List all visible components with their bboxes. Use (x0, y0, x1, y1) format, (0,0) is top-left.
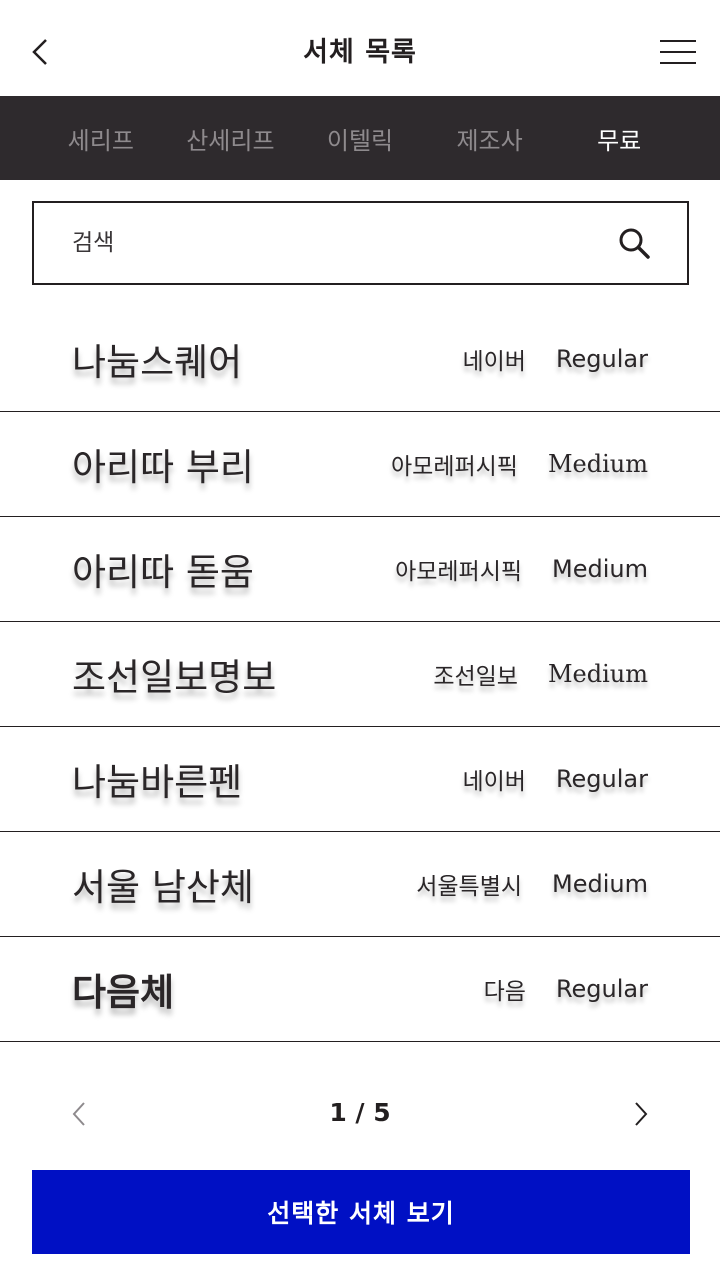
view-selected-fonts-button[interactable]: 선택한 서체 보기 (32, 1170, 690, 1254)
font-vendor: 아모레퍼시픽 (391, 454, 518, 480)
font-name: 서울 남산체 (72, 866, 254, 909)
font-vendor: 서울특별시 (416, 874, 523, 900)
pagination: 1 / 5 (0, 1086, 720, 1142)
tab-italic[interactable]: 이텔릭 (295, 96, 425, 180)
font-name: 다음체 (72, 971, 175, 1014)
tab-manufacturer[interactable]: 제조사 (425, 96, 555, 180)
tab-sans-serif[interactable]: 산세리프 (166, 96, 296, 180)
chevron-right-icon[interactable] (622, 1096, 658, 1132)
font-name: 아리따 부리 (72, 446, 254, 489)
font-weight: Regular (555, 975, 648, 1003)
font-vendor: 네이버 (462, 769, 526, 795)
font-vendor: 다음 (483, 979, 526, 1005)
tab-serif[interactable]: 세리프 (36, 96, 166, 180)
font-name: 나눔바른펜 (72, 761, 243, 804)
font-weight: Medium (552, 555, 648, 583)
font-weight: Medium (552, 870, 648, 898)
font-weight: Medium (547, 450, 648, 478)
font-row-daum[interactable]: 다음체 다음 Regular (0, 937, 720, 1042)
search-box (32, 201, 689, 285)
font-row-seoul-namsan[interactable]: 서울 남산체 서울특별시 Medium (0, 832, 720, 937)
font-row-arita-dotum[interactable]: 아리따 돋움 아모레퍼시픽 Medium (0, 517, 720, 622)
hamburger-icon-line (660, 51, 696, 53)
tab-free[interactable]: 무료 (554, 96, 684, 180)
hamburger-icon-line (660, 40, 696, 42)
search-icon[interactable] (617, 226, 651, 260)
font-row-nanum-barunpen[interactable]: 나눔바른펜 네이버 Regular (0, 727, 720, 832)
search-input[interactable] (72, 230, 617, 256)
font-weight: Regular (555, 345, 648, 373)
page-title: 서체 목록 (303, 37, 417, 68)
font-name: 나눔스퀘어 (72, 341, 243, 384)
font-row-nanum-square[interactable]: 나눔스퀘어 네이버 Regular (0, 307, 720, 412)
font-row-arita-buri[interactable]: 아리따 부리 아모레퍼시픽 Medium (0, 412, 720, 517)
hamburger-icon-line (660, 62, 696, 64)
font-list: 나눔스퀘어 네이버 Regular 아리따 부리 아모레퍼시픽 Medium 아… (0, 307, 720, 1042)
font-vendor: 조선일보 (433, 664, 518, 690)
font-weight: Regular (555, 765, 648, 793)
menu-button[interactable] (658, 34, 698, 70)
font-name: 조선일보명보 (72, 656, 277, 699)
font-row-chosun-myungbo[interactable]: 조선일보명보 조선일보 Medium (0, 622, 720, 727)
font-weight: Medium (547, 660, 648, 688)
font-vendor: 아모레퍼시픽 (395, 559, 523, 585)
header: 서체 목록 (0, 0, 720, 96)
font-vendor: 네이버 (462, 349, 526, 375)
category-tabs: 세리프 산세리프 이텔릭 제조사 무료 (0, 96, 720, 180)
page-indicator: 1 / 5 (329, 1098, 391, 1127)
font-name: 아리따 돋움 (72, 551, 254, 594)
